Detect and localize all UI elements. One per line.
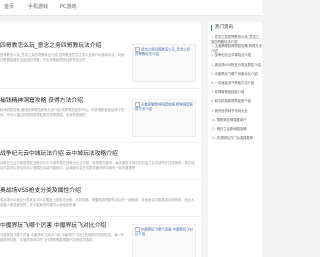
hot-news-item[interactable]: 12.天涯明月刀门派选择推荐 — [211, 136, 262, 145]
article-title[interactable]: 奥战场VSS枪支分类及属性介绍 — [0, 187, 130, 195]
hot-news-item[interactable]: 9.我的世界种子代码大全 — [211, 109, 262, 118]
hot-news-item[interactable]: 10.阴阳师式神强度排行 — [211, 118, 262, 127]
nav-mobile-games-link[interactable]: 手机游戏 — [28, 3, 48, 11]
hot-news-item[interactable]: 5.中魔界玩飞哪个厉害对比介绍 — [211, 72, 262, 81]
thumbnail-alt-text: 王者荣耀精神洞窟攻略 精神洞窟获得方法介绍 — [135, 102, 193, 112]
hot-news-list: 1.意念之务四哥教怎么玩_意念之务四哥教玩法介绍 2.王者荣耀精神洞窟攻略 获得… — [211, 35, 262, 145]
article-excerpt: 四哥教怎么玩_意念之务四哥教玩法介绍 四哥教是意念之务中全新PVE副本玩法，玩家… — [0, 53, 125, 62]
hot-news-item[interactable]: 7.原神新角色技能介绍 — [211, 90, 262, 99]
article-title[interactable]: 四哥教怎么玩_意念之务四哥教玩法介绍 — [0, 42, 130, 50]
article-excerpt: 精神洞窟攻略 捕钱精神洞窟获得方法介绍 精神洞窟是完毕后，可获得新宝钻战场中的内… — [0, 108, 125, 117]
divider — [0, 88, 201, 89]
hot-news-sidebar: 热门资讯 1.意念之务四哥教怎么玩_意念之务四哥教玩法介绍 2.王者荣耀精神洞窟… — [208, 22, 262, 257]
sidebar-title: 热门资讯 — [211, 25, 233, 31]
hot-news-item[interactable]: 11.明日之后新地图攻略 — [211, 127, 262, 136]
nav-pc-games-link[interactable]: PC游戏 — [60, 3, 77, 11]
article-excerpt: 中魔界玩飞哪个厉害 中魔界玩飞对比介绍 中魔界的飞好比是各种不同的形态，每一种都… — [0, 233, 125, 242]
article-title[interactable]: 捕钱精神洞窟攻略 获得方法介绍 — [0, 97, 130, 105]
thumbnail-alt-text: 意念之务四哥教怎么玩_意念之务四哥教玩法介绍 — [135, 47, 193, 57]
divider — [0, 179, 201, 180]
article-thumbnail[interactable]: 王者荣耀精神洞窟攻略 精神洞窟获得方法介绍 — [132, 99, 196, 137]
article-title[interactable]: 中魔界玩飞哪个厉害 中魔界玩飞对比介绍 — [0, 222, 130, 230]
article-list: 四哥教怎么玩_意念之务四哥教玩法介绍 四哥教怎么玩_意念之务四哥教玩法介绍 四哥… — [0, 22, 201, 257]
divider — [0, 216, 201, 217]
hot-news-item[interactable]: 6.一念逍遥灵气获取方法介绍 — [211, 81, 262, 90]
thumbnail-alt-text: 中魔界玩飞哪个厉害 中魔界玩飞对比介绍 — [135, 227, 193, 237]
article-excerpt: 战争纪元云中城是现在战争纪元中中城市是在战争纪元云中城，就是现在城市，每天都是中… — [0, 161, 195, 170]
article-thumbnail[interactable]: 意念之务四哥教怎么玩_意念之务四哥教玩法介绍 — [132, 44, 196, 82]
hot-news-item[interactable]: 2.王者荣耀精神洞窟攻略 获得方法介绍 — [211, 44, 262, 53]
article-title[interactable]: 战争纪元云中城玩法介绍 云中城玩法攻略介绍 — [0, 150, 130, 158]
hot-news-item[interactable]: 8.和平精英新赛季皮肤介绍 — [211, 99, 262, 108]
top-navigation: 首页 手机游戏 PC游戏 — [0, 0, 262, 16]
hot-news-item[interactable]: 4.奥战场VSS枪支分类及属性介绍 — [211, 63, 262, 72]
hot-news-item[interactable]: 3.战争纪元云中城玩法介绍 — [211, 53, 262, 62]
divider — [0, 142, 201, 143]
hot-news-item[interactable]: 1.意念之务四哥教怎么玩_意念之务四哥教玩法介绍 — [211, 35, 262, 44]
nav-home-link[interactable]: 首页 — [4, 3, 14, 11]
article-thumbnail[interactable]: 中魔界玩飞哪个厉害 中魔界玩飞对比介绍 — [132, 224, 196, 257]
article-excerpt: 奥战场VSS枪支分类其实VSS主要是小型狙击步枪，比较特殊，需要和其他配件结合在… — [0, 198, 195, 207]
